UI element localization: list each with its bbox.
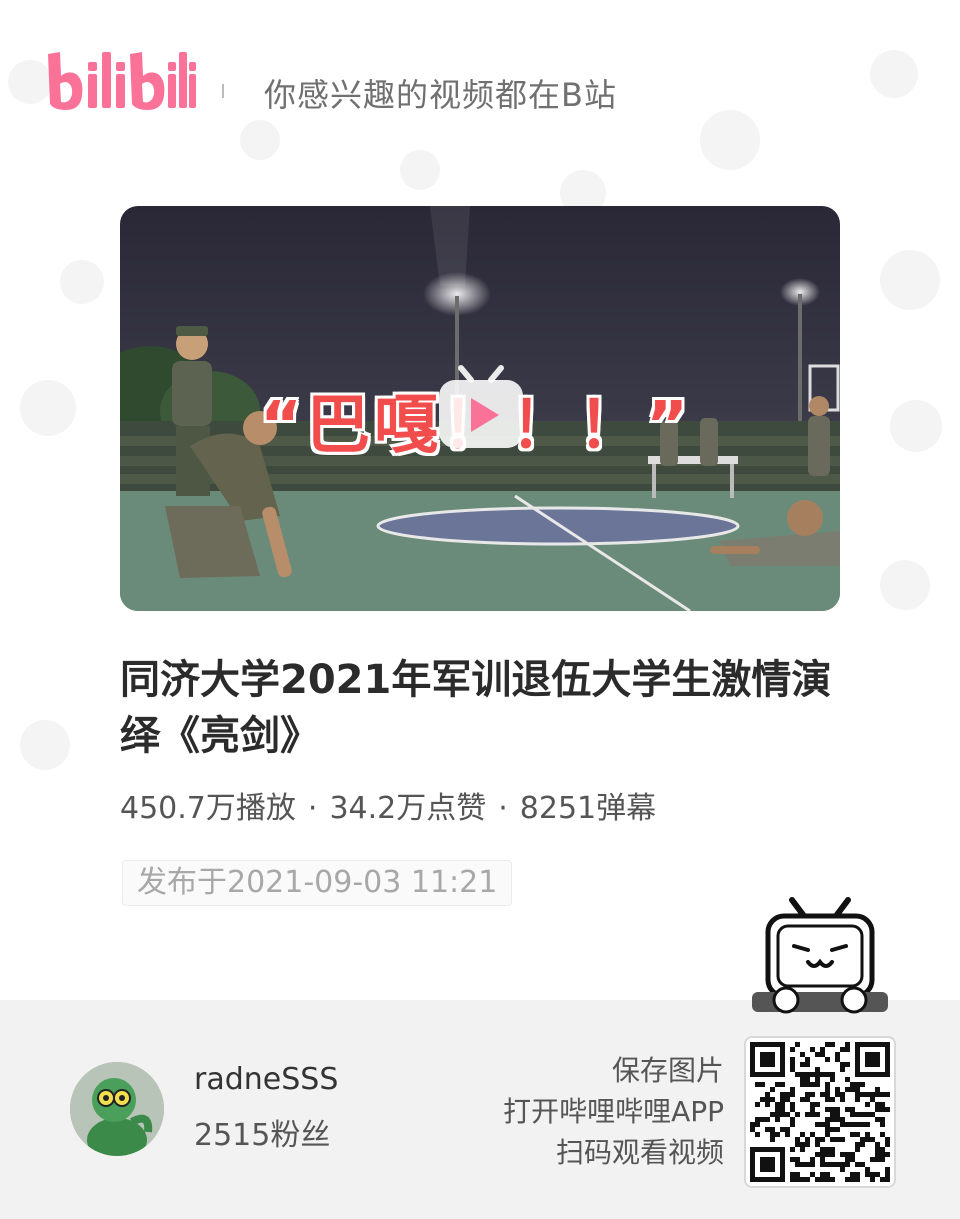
header-divider xyxy=(222,84,224,98)
publish-date: 发布于2021-09-03 11:21 xyxy=(122,860,513,906)
cta-scan-qr: 扫码观看视频 xyxy=(555,1136,724,1169)
video-stats: 450.7万播放 · 34.2万点赞 · 8251弹幕 xyxy=(120,783,656,827)
app-cta: 保存图片 打开哔哩哔哩APP 扫码观看视频 xyxy=(503,1050,724,1173)
play-count: 450.7万播放 xyxy=(120,791,296,826)
slogan: 你感兴趣的视频都在B站 xyxy=(264,76,617,114)
danmaku-count: 8251弹幕 xyxy=(519,791,657,826)
cta-save-image: 保存图片 xyxy=(611,1054,724,1087)
stats-separator: · xyxy=(498,791,508,826)
stats-separator: · xyxy=(307,791,318,826)
tv-play-icon[interactable] xyxy=(437,364,525,450)
cta-open-app: 打开哔哩哔哩APP xyxy=(503,1095,724,1128)
header: 你感兴趣的视频都在B站 xyxy=(46,40,926,120)
bilibili-tv-mascot xyxy=(752,897,888,1014)
follower-count: 2515粉丝 xyxy=(194,1118,331,1153)
video-title[interactable]: 同济大学2021年军训退伍大学生激情演绎《亮剑》 xyxy=(120,652,840,764)
qr-code[interactable] xyxy=(744,1036,896,1188)
qr-code-image xyxy=(750,1042,890,1182)
bilibili-logo[interactable] xyxy=(46,46,196,116)
like-count: 34.2万点赞 xyxy=(329,791,487,826)
uploader-name[interactable]: radneSSS xyxy=(194,1062,338,1097)
uploader-avatar[interactable] xyxy=(70,1062,164,1156)
video-cover[interactable]: “巴嘎！！！” xyxy=(120,206,840,611)
avatar-image xyxy=(70,1062,164,1156)
